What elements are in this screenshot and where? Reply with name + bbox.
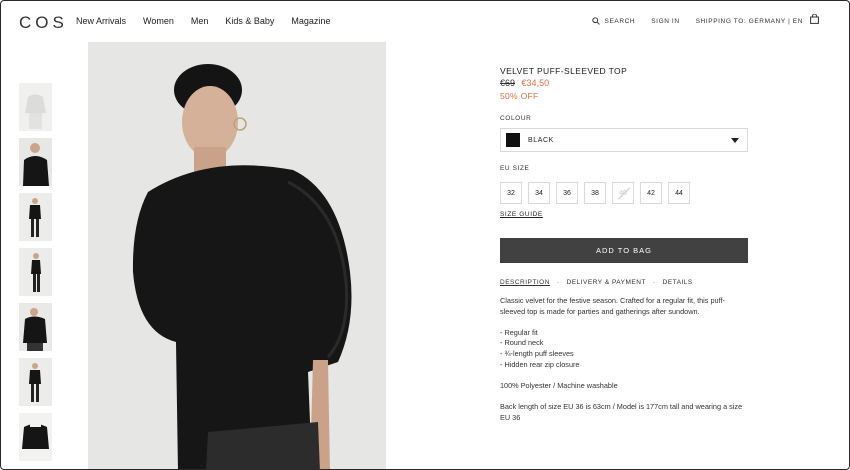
info-tabs: DESCRIPTION - DELIVERY & PAYMENT - DETAI… (500, 279, 693, 286)
colour-dropdown[interactable]: BLACK (500, 128, 748, 152)
original-price: €69 (500, 78, 516, 88)
search-label: SEARCH (604, 17, 636, 25)
measurement-info: Back length of size EU 36 is 63cm / Mode… (500, 401, 743, 422)
sale-price: €34,50 (521, 78, 550, 88)
nav-kids-baby[interactable]: Kids & Baby (225, 16, 274, 26)
thumbnail-1[interactable] (19, 83, 52, 131)
thumbnail-7[interactable] (19, 413, 52, 461)
nav-magazine[interactable]: Magazine (291, 16, 330, 26)
size-label: EU SIZE (500, 165, 530, 172)
tab-description[interactable]: DESCRIPTION (500, 279, 550, 286)
shopping-bag-icon[interactable] (810, 14, 819, 24)
size-option-44[interactable]: 44 (668, 182, 690, 204)
tab-delivery-payment[interactable]: DELIVERY & PAYMENT (567, 279, 646, 286)
size-option-38[interactable]: 38 (584, 182, 606, 204)
feature-item: - ¾-length puff sleeves (500, 348, 574, 358)
size-option-34[interactable]: 34 (528, 182, 550, 204)
sign-in-link[interactable]: SIGN IN (651, 18, 679, 25)
material-info: 100% Polyester / Machine washable (500, 380, 618, 390)
feature-list: - Regular fit - Round neck - ¾-length pu… (500, 328, 748, 370)
size-guide-link[interactable]: SIZE GUIDE (500, 211, 543, 218)
feature-item: - Regular fit (500, 327, 538, 337)
size-option-40[interactable]: 40 (612, 182, 634, 204)
feature-item: - Hidden rear zip closure (500, 359, 580, 369)
model-photo (88, 42, 386, 469)
thumbnail-2[interactable] (19, 138, 52, 186)
colour-label: COLOUR (500, 115, 532, 122)
tab-details[interactable]: DETAILS (663, 279, 693, 286)
size-option-32[interactable]: 32 (500, 182, 522, 204)
discount-badge: 50% OFF (500, 91, 539, 101)
tab-separator: - (652, 279, 656, 286)
nav-women[interactable]: Women (143, 16, 174, 26)
search-icon (591, 17, 600, 25)
nav-men[interactable]: Men (191, 16, 209, 26)
nav-new-arrivals[interactable]: New Arrivals (76, 16, 126, 26)
search-button[interactable]: SEARCH (591, 17, 636, 25)
colour-value: BLACK (528, 136, 554, 144)
thumbnail-6[interactable] (19, 358, 52, 406)
utility-nav: SEARCH SIGN IN SHIPPING TO: GERMANY | EN (591, 17, 803, 25)
size-option-42[interactable]: 42 (640, 182, 662, 204)
tab-separator: - (556, 279, 560, 286)
page-frame: COS New Arrivals Women Men Kids & Baby M… (0, 0, 850, 470)
main-nav: New Arrivals Women Men Kids & Baby Magaz… (76, 16, 330, 26)
colour-swatch (506, 133, 520, 147)
product-description: Classic velvet for the festive season. C… (500, 296, 748, 434)
description-intro: Classic velvet for the festive season. C… (500, 296, 725, 316)
main-product-image[interactable] (88, 42, 386, 469)
size-selector: 32 34 36 38 40 42 44 (500, 182, 690, 204)
thumbnail-4[interactable] (19, 248, 52, 296)
shipping-selector[interactable]: SHIPPING TO: GERMANY | EN (696, 18, 803, 25)
price: €69 €34,50 (500, 78, 549, 88)
brand-logo[interactable]: COS (19, 13, 68, 33)
add-to-bag-button[interactable]: ADD TO BAG (500, 238, 748, 263)
feature-item: - Round neck (500, 338, 544, 348)
size-option-36[interactable]: 36 (556, 182, 578, 204)
product-title: VELVET PUFF-SLEEVED TOP (500, 66, 628, 76)
chevron-down-icon (731, 138, 739, 143)
thumbnail-3[interactable] (19, 193, 52, 241)
thumbnail-5[interactable] (19, 303, 52, 351)
